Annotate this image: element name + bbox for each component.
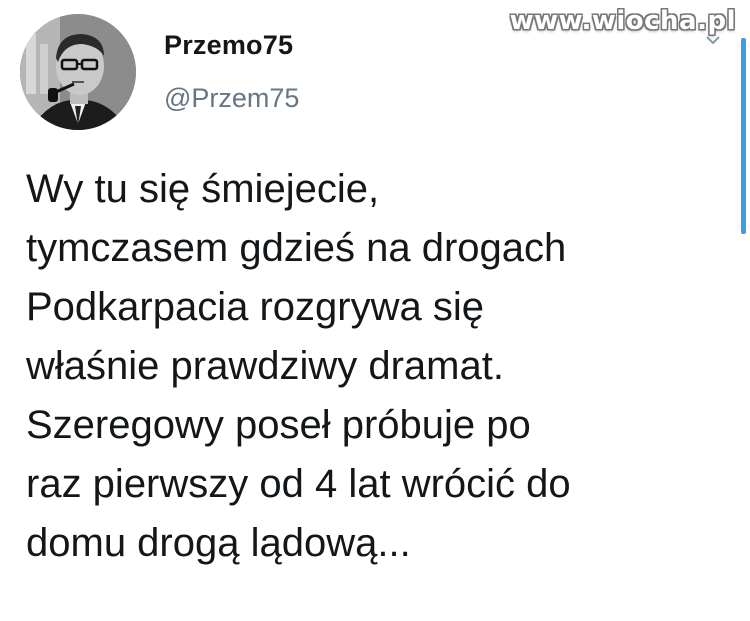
tweet-text-line: domu drogą lądową... [26,521,411,565]
tweet-text-line: tymczasem gdzieś na drogach [26,226,567,270]
profile-photo-icon [20,14,136,130]
avatar[interactable] [20,14,136,130]
tweet-text-line: właśnie prawdziwy dramat. [26,344,504,388]
tweet-text-line: Szeregowy poseł próbuje po [26,403,531,447]
scrollbar[interactable] [741,38,746,234]
tweet-text-line: Podkarpacia rozgrywa się [26,285,484,329]
tweet-card: Przemo75 @Przem75 www.wiocha.pl Wy tu si… [0,0,750,621]
tweet-text: Wy tu się śmiejecie, tymczasem gdzieś na… [26,160,726,573]
tweet-text-line: Wy tu się śmiejecie, [26,167,380,211]
tweet-text-line: raz pierwszy od 4 lat wrócić do [26,462,571,506]
chevron-down-icon[interactable] [705,32,721,48]
author-display-name[interactable]: Przemo75 [164,30,293,61]
watermark: www.wiocha.pl [509,6,736,36]
author-handle[interactable]: @Przem75 [164,83,299,114]
